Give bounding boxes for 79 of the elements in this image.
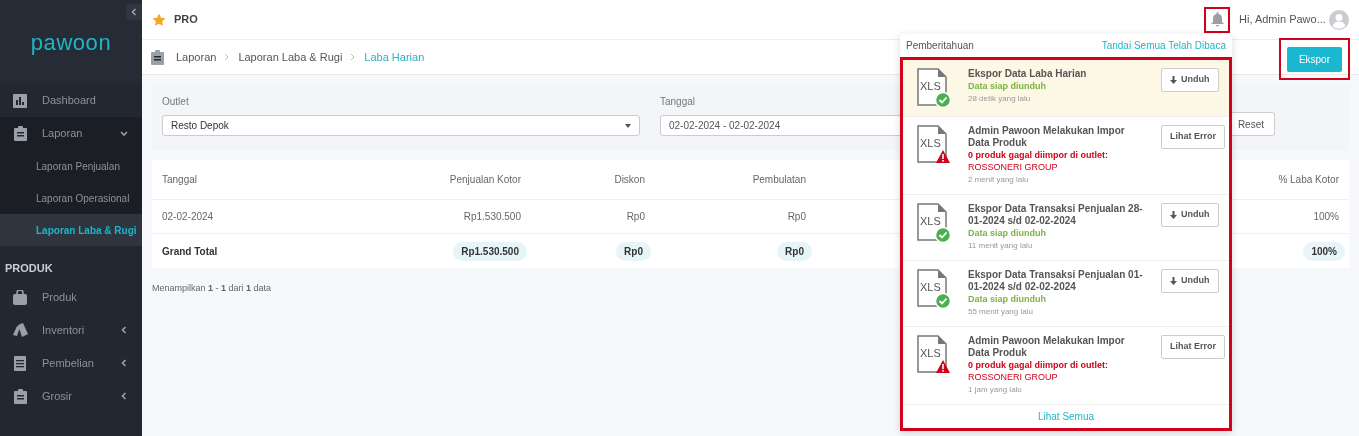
sidebar-item[interactable]: Dashboard [0, 84, 142, 117]
notification-status: 0 produk gagal diimpor di outlet: [968, 149, 1109, 161]
chevron-icon [350, 53, 357, 61]
notification-time: 55 menit yang lalu [968, 306, 1034, 318]
notification-title: Admin Pawoon Melakukan Impor Data Produk [968, 335, 1126, 359]
total-label: Grand Total [161, 244, 219, 259]
pagination-info: Menampilkan 1 - 1 dari 1 data [152, 282, 272, 295]
table-cell-text: Rp0 [787, 210, 807, 224]
document-icon [14, 355, 26, 371]
total-value: 100% [1303, 241, 1345, 261]
notification-title: Admin Pawoon Melakukan Impor Data Produk [968, 125, 1126, 149]
notification-status: Data siap diunduh [968, 227, 1047, 239]
notification-status: Data siap diunduh [968, 80, 1047, 92]
sidebar-item[interactable]: Pembelian [0, 346, 142, 380]
sidebar-item[interactable]: Inventori [0, 313, 142, 347]
sidebar-item[interactable]: Produk [0, 280, 142, 314]
download-button[interactable]: Unduh [1161, 68, 1219, 92]
notification-time: 2 menit yang lalu [968, 174, 1030, 186]
sidebar-item[interactable]: Grosir [0, 379, 142, 413]
total-value: Rp0 [777, 241, 812, 261]
dropdown-title: Pemberitahuan [906, 39, 974, 53]
notification-title: Ekspor Data Transaksi Penjualan 28-01-2024 s/d 02-02-2024 [968, 203, 1144, 227]
caret-icon [120, 326, 128, 334]
download-button[interactable]: Unduh [1161, 203, 1219, 227]
total-value: Rp0 [616, 241, 651, 261]
column-header: Tanggal [161, 173, 199, 187]
collapse-button[interactable] [126, 4, 142, 20]
table-cell-text: Rp1.530.500 [463, 210, 522, 224]
notification-status: 0 produk gagal diimpor di outlet: [968, 359, 1109, 371]
field-label: Tanggal [660, 95, 697, 109]
bell-icon [1210, 12, 1224, 27]
breadcrumb-link[interactable]: Laporan [176, 48, 217, 66]
outlet-name: ROSSONERI GROUP [968, 161, 1059, 173]
table-cell-text: 100% [1313, 210, 1340, 224]
total-value: Rp1.530.500 [453, 241, 527, 261]
sidebar-item[interactable]: Laporan [0, 117, 142, 150]
notification-status: Data siap diunduh [968, 293, 1047, 305]
outlet-name: ROSSONERI GROUP [968, 371, 1059, 383]
star-icon [152, 12, 166, 27]
download-button[interactable]: Unduh [1161, 269, 1219, 293]
notification-title: Ekspor Data Laba Harian [968, 68, 1088, 80]
download-arrow-icon [1170, 76, 1177, 84]
sidebar-subitem[interactable]: Laporan Operasional [0, 182, 142, 214]
column-header: Penjualan Kotor [449, 173, 522, 187]
section-heading: PRODUK [4, 261, 54, 276]
sidebar-subitem[interactable]: Laporan Laba & Rugi [0, 214, 142, 246]
column-header: Diskon [614, 173, 646, 187]
notification-title: Ekspor Data Transaksi Penjualan 01-01-2024 s/d 02-02-2024 [968, 269, 1144, 293]
notification-time: 1 jam yang lalu [968, 384, 1023, 396]
table-cell-text: 02-02-2024 [161, 210, 215, 224]
column-header: % Laba Kotor [1278, 173, 1340, 187]
notification-time: 28 detik yang lalu [968, 93, 1032, 105]
notification-item[interactable]: XLS Ekspor Data Laba Harian Data siap diunduh 28 detik yang lalu Unduh [903, 60, 1229, 117]
caret-icon [120, 392, 128, 400]
caret-icon [120, 359, 128, 367]
bag-icon [13, 289, 27, 305]
field-label: Outlet [162, 95, 190, 109]
view-error-button[interactable]: Lihat Error [1161, 335, 1225, 359]
table-cell-text: Rp0 [626, 210, 646, 224]
plan-label: PRO [174, 12, 198, 28]
logo: pawoon [30, 28, 112, 57]
notification-time: 11 menit yang lalu [968, 240, 1034, 252]
cards-icon [12, 323, 28, 337]
outlet-select[interactable]: Resto Depok [162, 115, 640, 136]
clipboard-icon [13, 126, 27, 141]
sidebar-subitem[interactable]: Laporan Penjualan [0, 150, 142, 182]
column-header: Pembulatan [752, 173, 807, 187]
view-error-button[interactable]: Lihat Error [1161, 125, 1225, 149]
clipboard-icon [151, 49, 164, 65]
download-arrow-icon [1170, 277, 1177, 285]
breadcrumb-link[interactable]: Laporan Laba & Rugi [238, 48, 343, 66]
download-arrow-icon [1170, 211, 1177, 219]
notification-button[interactable] [1204, 6, 1230, 33]
chart-icon [13, 93, 27, 108]
caret-icon [130, 8, 138, 16]
clipboard-icon [13, 388, 27, 404]
caret-icon [120, 129, 128, 138]
chevron-icon [224, 53, 231, 61]
caret-icon [625, 123, 631, 128]
